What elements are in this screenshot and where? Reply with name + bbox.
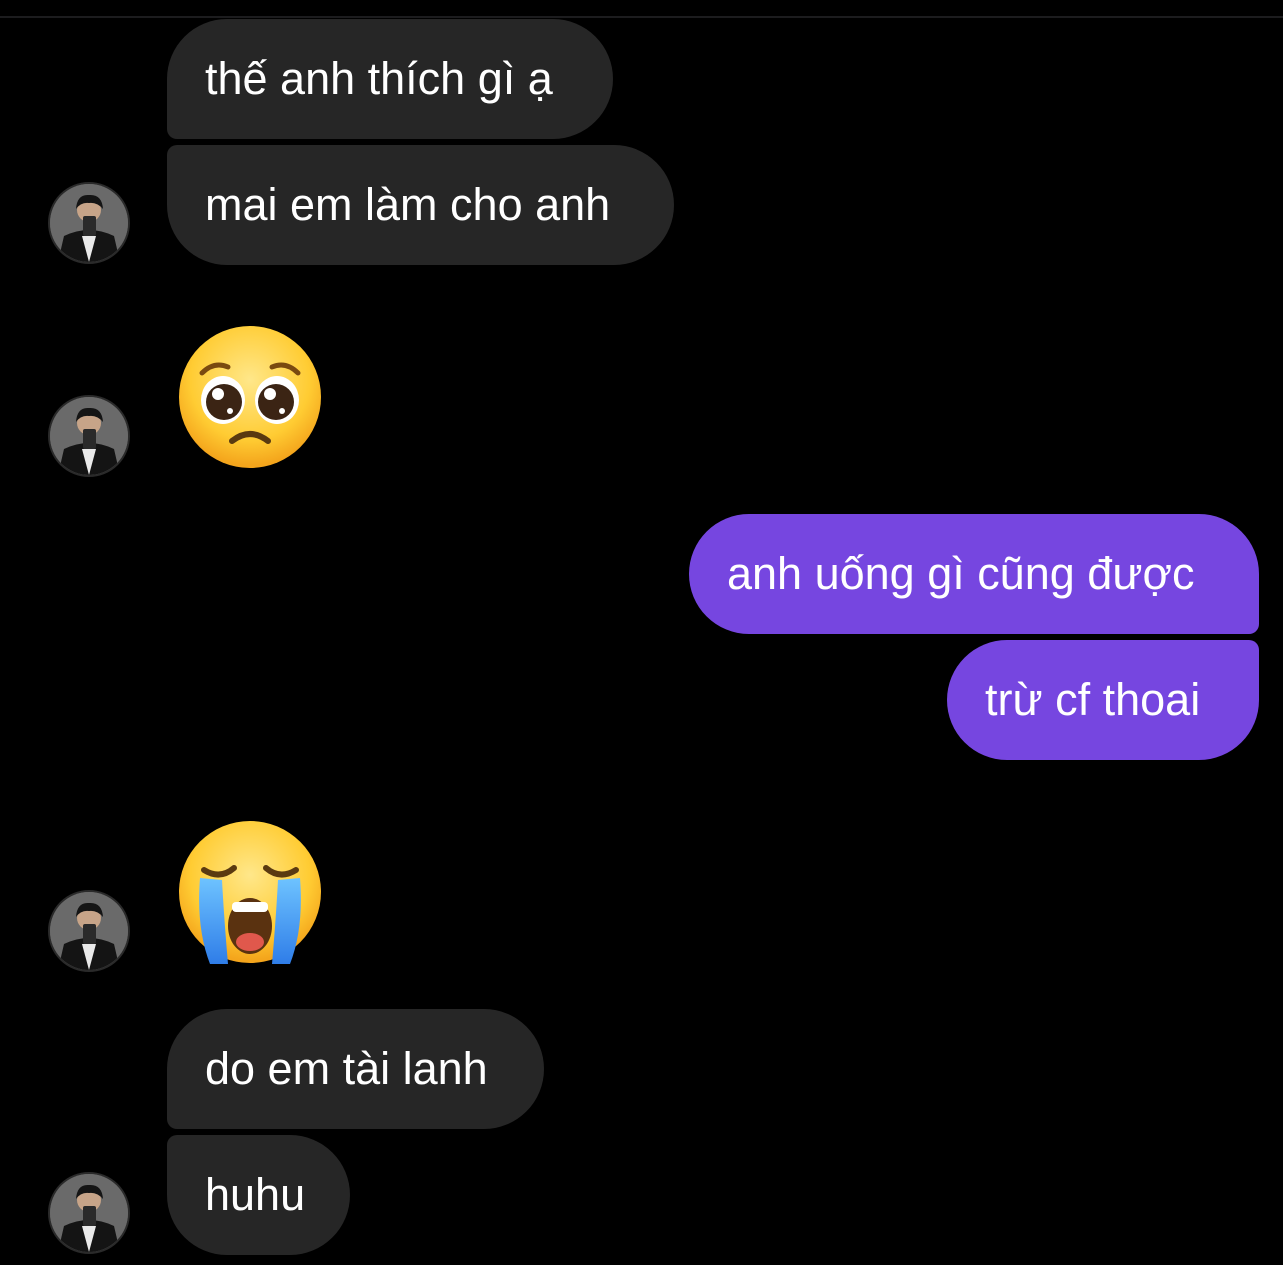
message-text: huhu xyxy=(205,1169,306,1220)
message-bubble-incoming[interactable]: thế anh thích gì ạ xyxy=(167,19,613,139)
contact-avatar[interactable] xyxy=(48,182,130,264)
message-text: trừ cf thoai xyxy=(985,674,1201,725)
pleading-face-emoji[interactable] xyxy=(176,323,324,471)
message-bubble-outgoing[interactable]: anh uống gì cũng được xyxy=(689,514,1259,634)
message-text: mai em làm cho anh xyxy=(205,179,611,230)
message-text: do em tài lanh xyxy=(205,1043,488,1094)
loudly-crying-face-emoji[interactable] xyxy=(176,818,324,966)
contact-avatar[interactable] xyxy=(48,395,130,477)
contact-avatar[interactable] xyxy=(48,890,130,972)
top-divider xyxy=(0,16,1283,18)
message-bubble-outgoing[interactable]: trừ cf thoai xyxy=(947,640,1259,760)
message-bubble-incoming[interactable]: mai em làm cho anh xyxy=(167,145,674,265)
message-text: anh uống gì cũng được xyxy=(727,548,1195,599)
contact-avatar[interactable] xyxy=(48,1172,130,1254)
message-text: thế anh thích gì ạ xyxy=(205,53,553,104)
message-bubble-incoming[interactable]: do em tài lanh xyxy=(167,1009,544,1129)
message-bubble-incoming[interactable]: huhu xyxy=(167,1135,350,1255)
